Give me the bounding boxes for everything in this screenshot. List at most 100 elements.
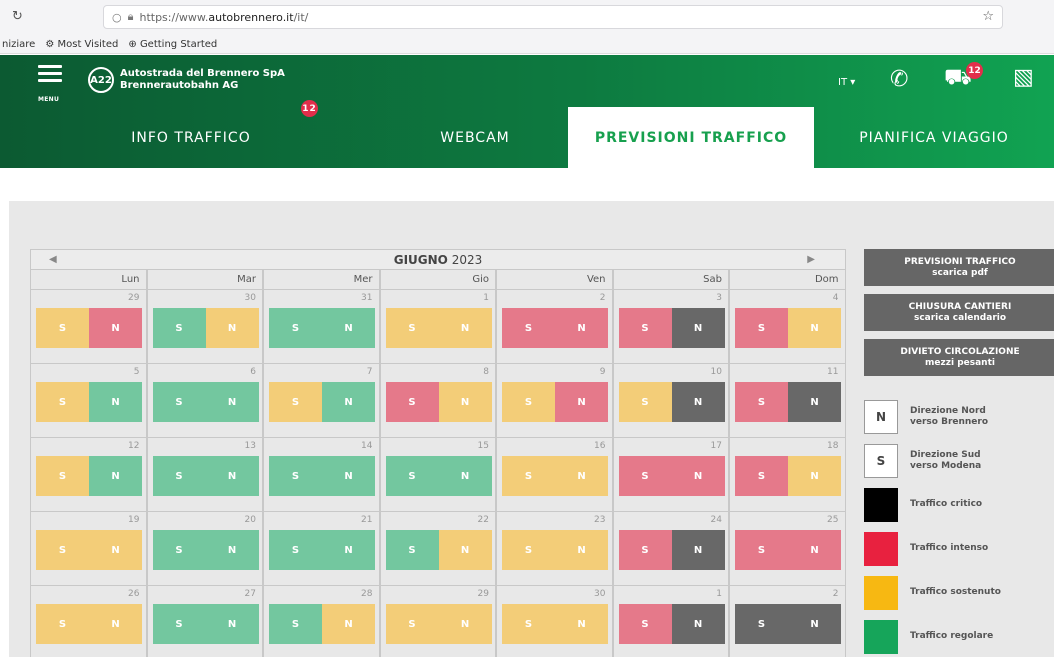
next-month-icon[interactable]: ▶: [807, 254, 815, 265]
traffic-forecast: SN: [618, 604, 725, 644]
calendar-day[interactable]: 2 SN: [496, 290, 613, 364]
calendar-day[interactable]: 27 S N: [146, 586, 263, 657]
north-direction-segment: N: [205, 456, 259, 496]
south-direction-segment: S: [385, 382, 439, 422]
bookmark-item[interactable]: niziare: [2, 39, 35, 50]
button-title: DIVIETO CIRCOLAZIONE: [900, 346, 1020, 357]
calendar-day[interactable]: 23 S N: [496, 512, 613, 586]
map-icon[interactable]: ▧: [1013, 65, 1034, 90]
tab-pianifica-viaggio[interactable]: PIANIFICA VIAGGIO: [814, 107, 1054, 168]
day-number: 14: [361, 441, 373, 451]
legend-item: Traffico critico: [864, 487, 1054, 522]
south-direction-segment: S: [152, 456, 206, 496]
forecast-section: ◀ GIUGNO 2023 ▶ Lun Mar Mer Gio Ven Sab Dom 29…: [9, 201, 1054, 657]
calendar-day[interactable]: 5 SN: [30, 364, 147, 438]
brand-line2: Brennerautobahn AG: [120, 80, 239, 91]
north-direction-segment: N: [555, 382, 608, 422]
calendar-day[interactable]: 3 SN: [612, 290, 729, 364]
tab-webcam[interactable]: WEBCAM: [382, 107, 568, 168]
north-direction-segment: N: [788, 456, 841, 496]
calendar-day[interactable]: 2 SN: [729, 586, 846, 657]
day-number: 30: [244, 293, 256, 303]
calendar-day[interactable]: 26 S N: [30, 586, 147, 657]
calendar-day[interactable]: 19 S N: [30, 512, 147, 586]
calendar-day[interactable]: 15 S N: [379, 438, 496, 512]
north-direction-segment: N: [671, 382, 725, 422]
bookmark-item[interactable]: ⚙ Most Visited: [45, 39, 118, 50]
traffic-forecast: SN: [269, 382, 375, 422]
site-header: MENU A22 Autostrada del Brennero SpA Bre…: [0, 55, 1054, 168]
calendar-day[interactable]: 4 SN: [729, 290, 846, 364]
menu-button[interactable]: MENU: [38, 65, 62, 105]
calendar-day[interactable]: 16 S N: [496, 438, 613, 512]
weekday-label: Sab: [612, 270, 729, 290]
calendar-day[interactable]: 29 S N: [30, 290, 147, 364]
south-direction-segment: S: [152, 604, 206, 644]
calendar-day[interactable]: 17 S N: [612, 438, 729, 512]
bookmark-star-icon[interactable]: ☆: [982, 9, 994, 24]
day-number: 29: [477, 589, 489, 599]
calendar-day[interactable]: 22 S N: [379, 512, 496, 586]
calendar-day[interactable]: 8 SN: [379, 364, 496, 438]
bookmark-item[interactable]: ⊕ Getting Started: [128, 39, 217, 50]
legend-swatch: N: [864, 399, 898, 434]
tab-previsioni-traffico[interactable]: PREVISIONI TRAFFICO: [568, 107, 814, 168]
day-number: 20: [244, 515, 256, 525]
calendar-day[interactable]: 25 S N: [729, 512, 846, 586]
legend-swatch: S: [864, 443, 898, 478]
calendar-day[interactable]: 14 S N: [263, 438, 380, 512]
calendar-day[interactable]: 1 SN: [379, 290, 496, 364]
weekday-label: Ven: [496, 270, 613, 290]
info-badge: 12: [301, 100, 318, 117]
calendar-day[interactable]: 24 S N: [612, 512, 729, 586]
calendar-day[interactable]: 7 SN: [263, 364, 380, 438]
calendar-day[interactable]: 31 S N: [263, 290, 380, 364]
button-subtitle: mezzi pesanti: [925, 357, 995, 368]
north-direction-segment: N: [322, 382, 375, 422]
calendar-day[interactable]: 18 S N: [729, 438, 846, 512]
south-direction-segment: S: [36, 382, 89, 422]
day-number: 11: [827, 367, 839, 377]
traffic-forecast: SN: [36, 382, 142, 422]
prev-month-icon[interactable]: ◀: [49, 254, 57, 265]
button-title: CHIUSURA CANTIERI: [908, 301, 1012, 312]
legend-swatch: [864, 575, 898, 610]
side-button-2[interactable]: CHIUSURA CANTIERI scarica calendario: [864, 294, 1054, 331]
calendar-day[interactable]: 30 S N: [496, 586, 613, 657]
side-button-1[interactable]: PREVISIONI TRAFFICO scarica pdf: [864, 249, 1054, 286]
calendar-day[interactable]: 11 S N: [729, 364, 846, 438]
traffic-forecast: SN: [269, 604, 375, 644]
north-direction-segment: N: [438, 530, 492, 570]
calendar-day[interactable]: 30 S N: [146, 290, 263, 364]
traffic-forecast: SN: [502, 530, 608, 570]
calendar-week: 29 S N 30 S N 31 S N 1 S N 2 S N 3 S N 4 S N: [30, 290, 846, 364]
calendar-header: ◀ GIUGNO 2023 ▶: [30, 249, 846, 270]
tab-info-traffico[interactable]: INFO TRAFFICO 12: [0, 100, 382, 168]
calendar-day[interactable]: 10 S N: [612, 364, 729, 438]
traffic-forecast: SN: [735, 530, 841, 570]
reload-icon[interactable]: ↻: [12, 9, 23, 24]
calendar-day[interactable]: 28 S N: [263, 586, 380, 657]
language-select[interactable]: IT ▾: [838, 77, 855, 88]
calendar-day[interactable]: 1 SN: [612, 586, 729, 657]
main-nav: INFO TRAFFICO 12 WEBCAM PREVISIONI TRAFF…: [0, 100, 1054, 168]
calendar-day[interactable]: 21 S N: [263, 512, 380, 586]
side-button-3[interactable]: DIVIETO CIRCOLAZIONE mezzi pesanti: [864, 339, 1054, 376]
address-bar[interactable]: ○ 🔒︎ https://www.autobrennero.it/it/ ☆: [103, 5, 1003, 29]
traffic-forecast: SN: [36, 308, 142, 348]
a22-logo[interactable]: A22: [88, 67, 114, 93]
legend-label: Traffico intenso: [910, 543, 988, 554]
calendar-day[interactable]: 20 S N: [146, 512, 263, 586]
north-direction-segment: N: [671, 604, 725, 644]
phone-icon[interactable]: ✆: [890, 67, 908, 92]
calendar-day[interactable]: 12 S N: [30, 438, 147, 512]
calendar-day[interactable]: 29 S N: [379, 586, 496, 657]
calendar-day[interactable]: 13 S N: [146, 438, 263, 512]
calendar-day[interactable]: 9 SN: [496, 364, 613, 438]
south-direction-segment: S: [385, 604, 439, 644]
north-direction-segment: N: [671, 530, 725, 570]
north-direction-segment: N: [555, 604, 608, 644]
calendar-day[interactable]: 6 SN: [146, 364, 263, 438]
south-direction-segment: S: [502, 308, 555, 348]
bookmarks-bar: niziare ⚙ Most Visited ⊕ Getting Started: [0, 36, 1054, 54]
